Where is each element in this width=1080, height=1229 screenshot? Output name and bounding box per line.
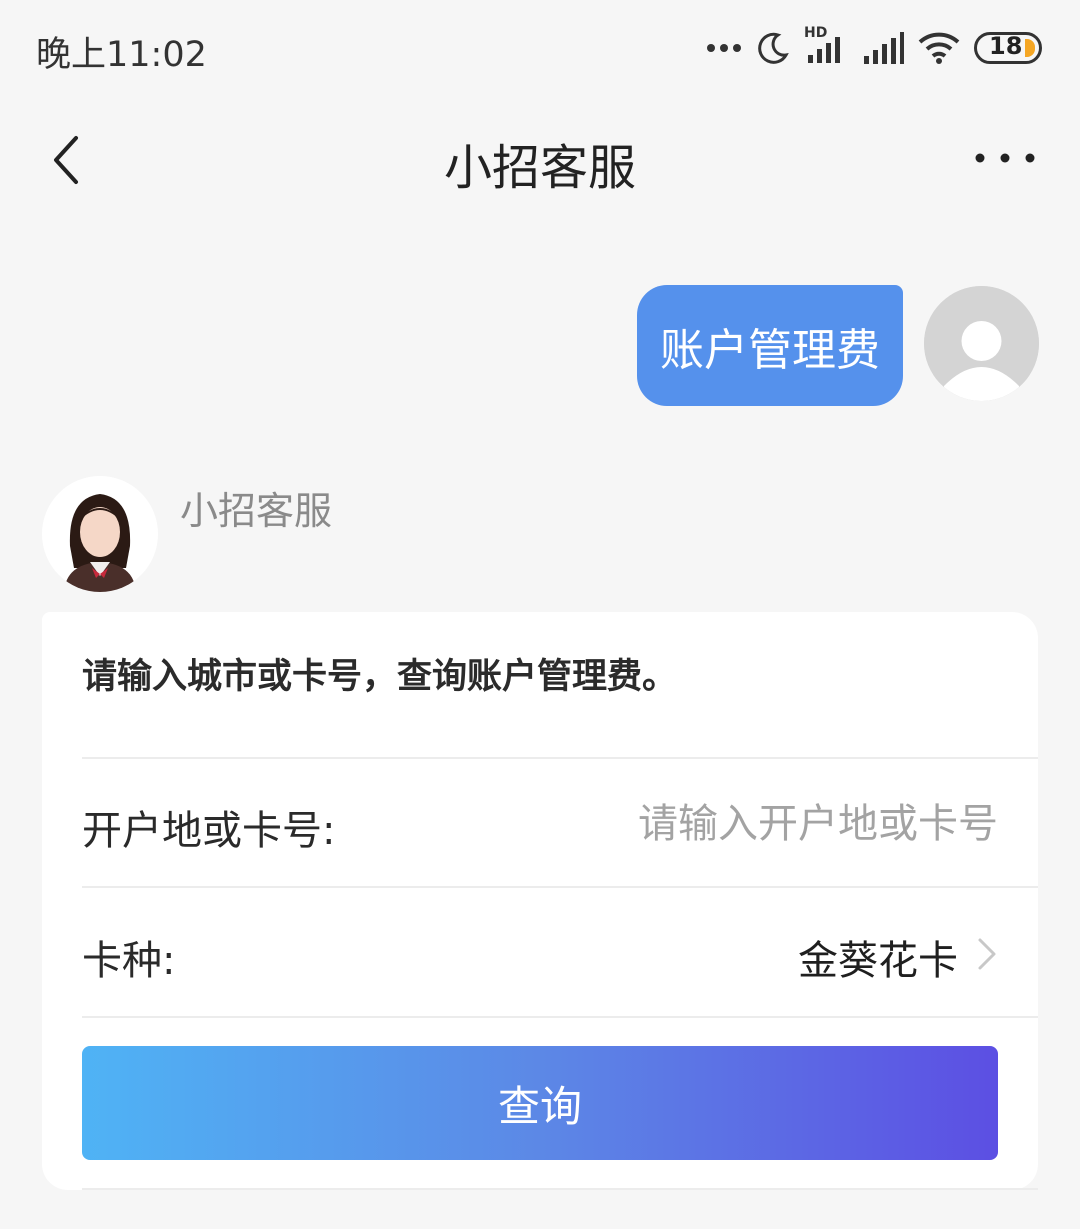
agent-name: 小招客服: [180, 489, 333, 533]
page-title: 小招客服: [443, 140, 636, 196]
hd-signal-icon: HD: [804, 25, 848, 65]
divider: [82, 1188, 1038, 1190]
battery-fill: [1025, 39, 1035, 57]
divider: [82, 886, 1038, 888]
location-label: 开户地或卡号:: [82, 808, 336, 854]
card-prompt: 请输入城市或卡号，查询账户管理费。: [82, 657, 678, 697]
user-message-bubble: 账户管理费: [637, 285, 903, 406]
moon-icon: [758, 32, 789, 64]
query-button-label: 查询: [497, 1081, 582, 1131]
more-dots-icon: [707, 44, 741, 52]
wifi-icon: [918, 32, 960, 64]
location-input[interactable]: [518, 794, 998, 854]
more-horizontal-icon[interactable]: [970, 138, 1040, 178]
status-time: 晚上11:02: [36, 35, 207, 75]
battery-level: 18: [989, 32, 1023, 60]
divider: [82, 1016, 1038, 1018]
card-type-label: 卡种:: [82, 938, 176, 984]
status-icons: HD 18: [706, 25, 1042, 68]
divider: [82, 757, 1038, 759]
status-bar: 晚上11:02 HD 18: [0, 0, 1080, 100]
battery-icon: 18: [974, 32, 1042, 64]
agent-avatar[interactable]: [42, 476, 158, 592]
user-message-text: 账户管理费: [660, 324, 880, 376]
query-button[interactable]: 查询: [82, 1046, 998, 1160]
default-user-icon: [924, 286, 1039, 401]
nav-bar: 小招客服: [0, 100, 1080, 215]
query-card: 请输入城市或卡号，查询账户管理费。 开户地或卡号: 卡种: 金葵花卡 查询: [42, 612, 1038, 1190]
agent-portrait-icon: [42, 476, 158, 592]
chevron-right-icon[interactable]: [974, 934, 1000, 974]
card-type-value[interactable]: 金葵花卡: [798, 928, 958, 986]
user-avatar[interactable]: [924, 286, 1039, 401]
chat-screen: 晚上11:02 HD 18 小招客服 账户管理费 小招客服 请输入城市或卡号，查…: [0, 0, 1080, 1229]
signal-icon: [864, 32, 904, 64]
